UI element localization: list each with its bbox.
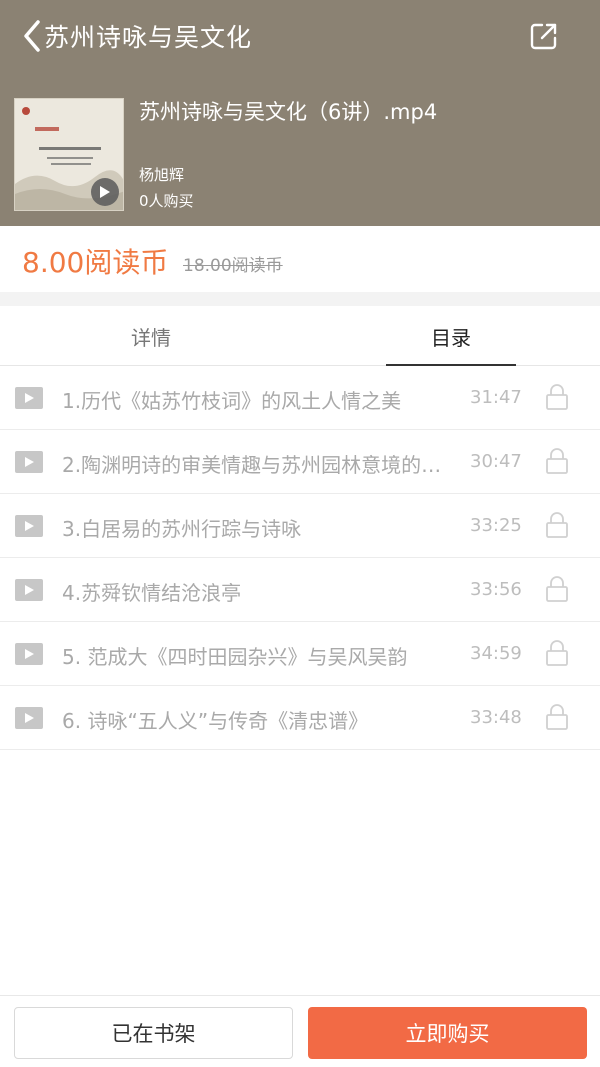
chapter-title: 2.陶渊明诗的审美情趣与苏州园林意境的构建 <box>62 453 457 477</box>
on-shelf-button[interactable]: 已在书架 <box>14 1007 293 1059</box>
play-icon[interactable] <box>15 515 43 537</box>
buy-now-button[interactable]: 立即购买 <box>308 1007 587 1059</box>
bottom-bar: 已在书架 立即购买 <box>0 995 600 1067</box>
list-item[interactable]: 5. 范成大《四时田园杂兴》与吴风吴韵 34:59 <box>0 622 600 686</box>
chapter-duration: 34:59 <box>470 643 522 664</box>
play-icon[interactable] <box>15 643 43 665</box>
play-triangle-icon <box>25 713 34 723</box>
play-triangle-icon <box>25 457 34 467</box>
chapter-duration: 33:56 <box>470 579 522 600</box>
author-name: 杨旭辉 <box>139 166 185 184</box>
tab-catalog[interactable]: 目录 <box>376 306 526 366</box>
chapter-duration: 30:47 <box>470 451 522 472</box>
play-icon[interactable] <box>15 451 43 473</box>
share-button[interactable] <box>524 16 564 56</box>
list-item[interactable]: 1.历代《姑苏竹枝词》的风土人情之美 31:47 <box>0 366 600 430</box>
lock-icon <box>546 512 568 538</box>
page-title: 苏州诗咏与吴文化 <box>44 23 253 52</box>
chapter-title: 4.苏舜钦情结沧浪亭 <box>62 581 242 605</box>
lock-icon <box>546 384 568 410</box>
play-triangle-icon <box>25 521 34 531</box>
play-triangle-icon <box>25 649 34 659</box>
list-item[interactable]: 6. 诗咏“五人义”与传奇《清忠谱》 33:48 <box>0 686 600 750</box>
lock-icon <box>546 704 568 730</box>
chapter-duration: 33:48 <box>470 707 522 728</box>
tab-detail[interactable]: 详情 <box>76 306 226 366</box>
book-title: 苏州诗咏与吴文化（6讲）.mp4 <box>139 100 438 124</box>
buyer-count: 0人购买 <box>139 192 194 210</box>
list-item[interactable]: 2.陶渊明诗的审美情趣与苏州园林意境的构建 30:47 <box>0 430 600 494</box>
tab-bar: 详情 目录 <box>0 306 600 366</box>
play-icon[interactable] <box>15 579 43 601</box>
chapter-title: 6. 诗咏“五人义”与传奇《清忠谱》 <box>62 709 369 733</box>
chevron-left-icon <box>24 20 40 52</box>
lock-icon <box>546 576 568 602</box>
chapter-duration: 31:47 <box>470 387 522 408</box>
original-price: 18.00阅读币 <box>183 256 283 276</box>
section-divider <box>0 292 600 306</box>
play-icon[interactable] <box>15 387 43 409</box>
nav-bar: 苏州诗咏与吴文化 <box>0 0 600 70</box>
play-icon[interactable] <box>15 707 43 729</box>
list-item[interactable]: 3.白居易的苏州行踪与诗咏 33:25 <box>0 494 600 558</box>
chapter-duration: 33:25 <box>470 515 522 536</box>
lock-icon <box>546 448 568 474</box>
current-price: 8.00阅读币 <box>22 246 169 279</box>
chapter-title: 5. 范成大《四时田园杂兴》与吴风吴韵 <box>62 645 408 669</box>
lock-icon <box>546 640 568 666</box>
chapter-title: 1.历代《姑苏竹枝词》的风土人情之美 <box>62 389 402 413</box>
chapter-title: 3.白居易的苏州行踪与诗咏 <box>62 517 302 541</box>
play-triangle-icon <box>25 585 34 595</box>
list-item[interactable]: 4.苏舜钦情结沧浪亭 33:56 <box>0 558 600 622</box>
header: 苏州诗咏与吴文化 苏州诗咏与吴文化（6讲）.mp4 杨旭辉 0人购买 <box>0 0 600 226</box>
play-triangle-icon <box>25 393 34 403</box>
book-cover[interactable] <box>14 98 124 211</box>
cover-play-button[interactable] <box>91 178 119 206</box>
play-icon <box>100 186 110 198</box>
share-icon <box>530 23 557 50</box>
